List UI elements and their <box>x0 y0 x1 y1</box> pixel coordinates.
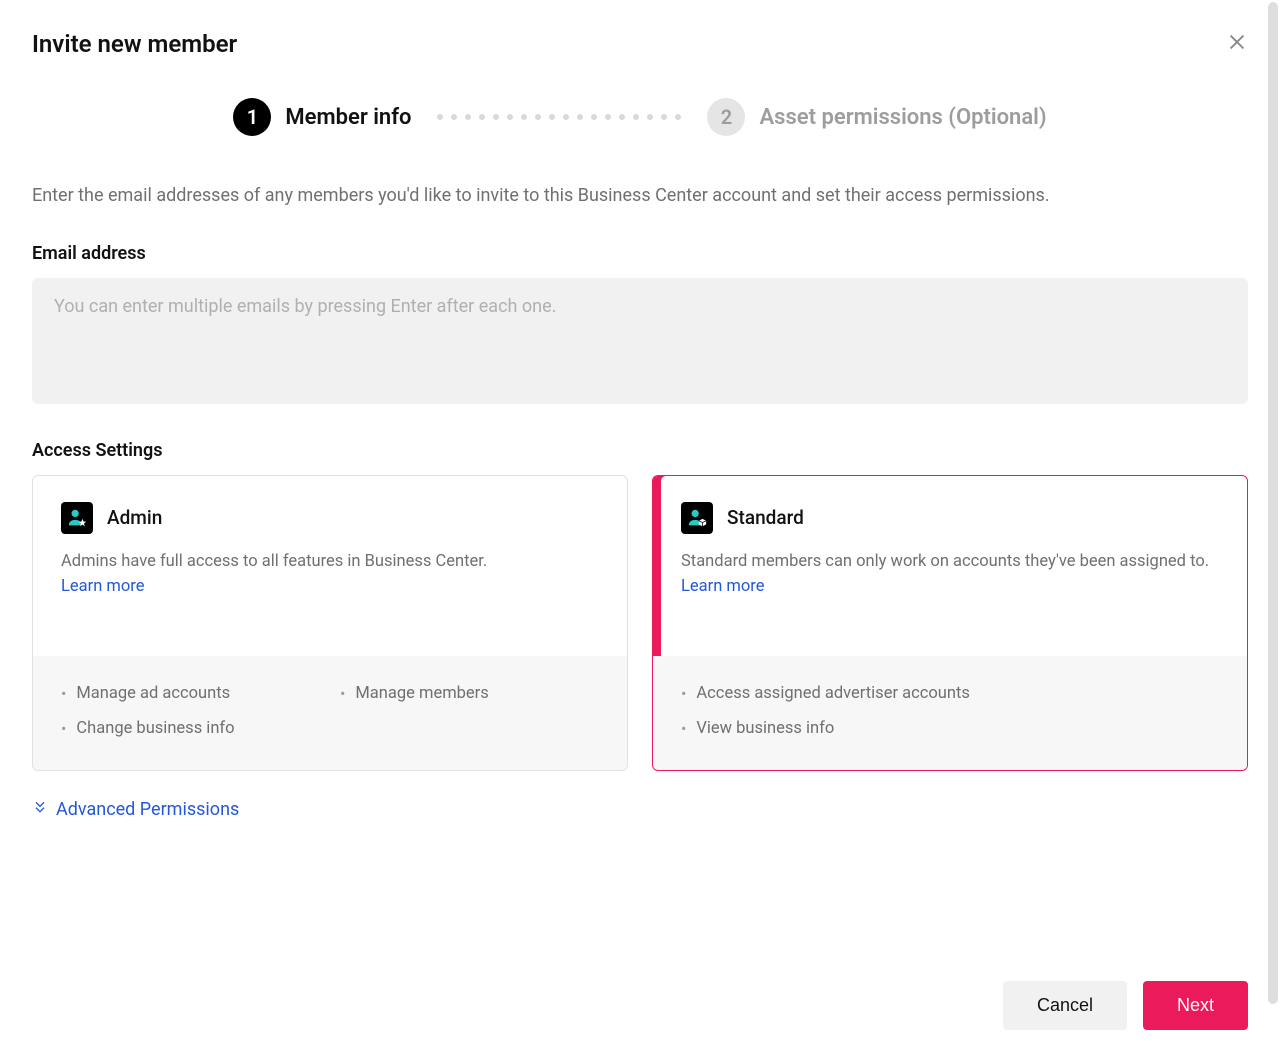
modal-title: Invite new member <box>32 30 237 58</box>
admin-learn-more-link[interactable]: Learn more <box>61 577 144 596</box>
chevron-double-down-icon <box>32 799 48 820</box>
standard-icon <box>681 502 713 534</box>
next-button[interactable]: Next <box>1143 981 1248 1030</box>
access-settings-label: Access Settings <box>32 440 1248 461</box>
scrollbar[interactable] <box>1268 2 1278 1004</box>
access-card-admin[interactable]: Admin Admins have full access to all fea… <box>32 475 628 771</box>
step-2-label: Asset permissions (Optional) <box>759 105 1046 130</box>
access-card-standard[interactable]: Standard Standard members can only work … <box>652 475 1248 771</box>
email-input[interactable] <box>32 278 1248 404</box>
admin-title: Admin <box>107 506 162 529</box>
advanced-permissions-toggle[interactable]: Advanced Permissions <box>32 799 1248 820</box>
perm-item: Manage ad accounts <box>61 676 320 711</box>
email-label: Email address <box>32 243 1248 264</box>
perm-item: Manage members <box>340 676 599 711</box>
standard-learn-more-link[interactable]: Learn more <box>681 577 764 596</box>
perm-item: Change business info <box>61 711 320 746</box>
admin-icon <box>61 502 93 534</box>
step-2-number: 2 <box>707 98 745 136</box>
step-1-label: Member info <box>285 105 411 130</box>
instruction-text: Enter the email addresses of any members… <box>32 182 1248 211</box>
step-connector <box>429 114 689 120</box>
standard-title: Standard <box>727 506 804 529</box>
perm-item: Access assigned advertiser accounts <box>681 676 1219 711</box>
stepper: 1 Member info 2 Asset permissions (Optio… <box>32 98 1248 136</box>
cancel-button[interactable]: Cancel <box>1003 981 1127 1030</box>
close-icon[interactable] <box>1226 31 1248 57</box>
standard-desc: Standard members can only work on accoun… <box>681 550 1219 600</box>
step-1-number: 1 <box>233 98 271 136</box>
perm-item: View business info <box>681 711 1219 746</box>
admin-desc: Admins have full access to all features … <box>61 550 599 600</box>
